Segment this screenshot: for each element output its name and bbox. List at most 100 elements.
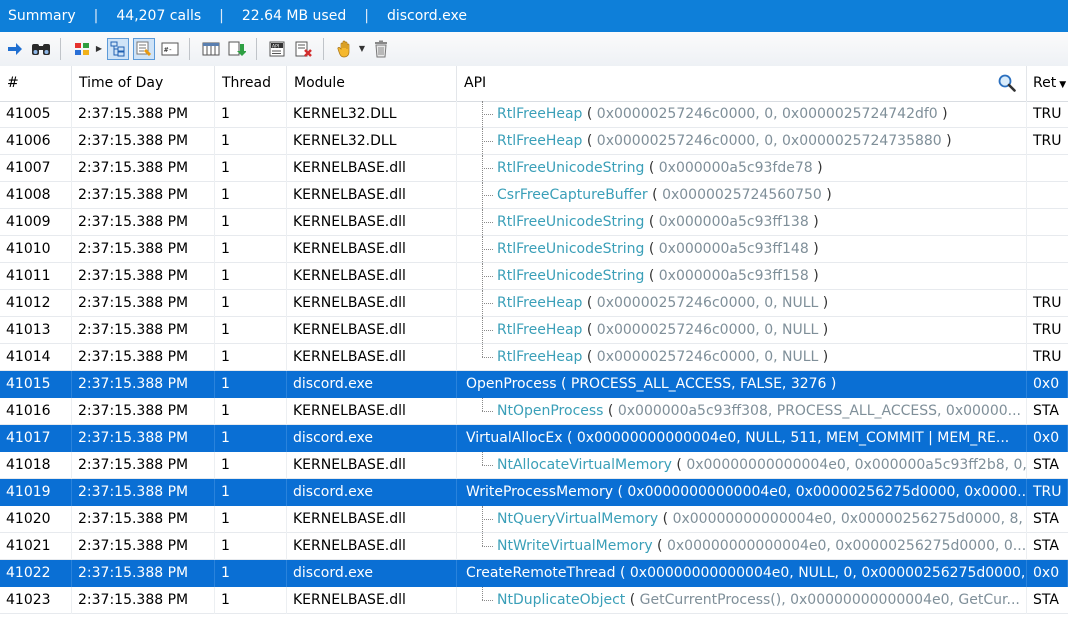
row-number: 41012	[0, 290, 72, 317]
table-row[interactable]: 41005 2:37:15.388 PM 1 KERNEL32.DLL RtlFreeH…	[0, 101, 1068, 128]
column-header-num[interactable]: #	[0, 66, 72, 101]
table-row[interactable]: 41010 2:37:15.388 PM 1 KERNELBASE.dll RtlFre…	[0, 236, 1068, 263]
table-row[interactable]: 41013 2:37:15.388 PM 1 KERNELBASE.dll RtlFre…	[0, 317, 1068, 344]
row-time: 2:37:15.388 PM	[72, 236, 215, 263]
row-time: 2:37:15.388 PM	[72, 533, 215, 560]
table-row[interactable]: 41007 2:37:15.388 PM 1 KERNELBASE.dll RtlFre…	[0, 155, 1068, 182]
row-return-value: 0x0	[1027, 560, 1068, 587]
row-module: KERNELBASE.dll	[287, 587, 457, 614]
table-row[interactable]: 41023 2:37:15.388 PM 1 KERNELBASE.dll NtDupl…	[0, 587, 1068, 614]
row-time: 2:37:15.388 PM	[72, 290, 215, 317]
tree-connector	[479, 506, 493, 532]
table-row[interactable]: 41017 2:37:15.388 PM 1 discord.exe VirtualAl…	[0, 425, 1068, 452]
row-return-value: TRU	[1033, 295, 1062, 311]
trash-icon[interactable]	[370, 38, 392, 60]
export-icon[interactable]	[226, 38, 248, 60]
api-function-name[interactable]: NtOpenProcess	[497, 403, 603, 419]
column-header: # Time of Day Thread Module API Ret ▼	[0, 66, 1068, 102]
column-header-thread[interactable]: Thread	[215, 66, 287, 101]
color-grid-icon[interactable]: ▶	[71, 38, 102, 60]
search-icon[interactable]	[998, 74, 1016, 92]
row-number: 41018	[0, 452, 72, 479]
row-module: KERNELBASE.dll	[287, 506, 457, 533]
table-row[interactable]: 41019 2:37:15.388 PM 1 discord.exe WriteProc…	[0, 479, 1068, 506]
api-arguments: 0x000000a5c93ff138	[658, 214, 809, 230]
summary-process: discord.exe	[386, 8, 467, 24]
table-row[interactable]: 41006 2:37:15.388 PM 1 KERNEL32.DLL RtlFreeH…	[0, 128, 1068, 155]
api-function-name[interactable]: RtlFreeUnicodeString	[497, 160, 644, 176]
tree-view-icon[interactable]	[107, 38, 129, 60]
row-number: 41017	[0, 425, 72, 452]
api-function-name[interactable]: RtlFreeHeap	[497, 295, 582, 311]
table-row[interactable]: 41022 2:37:15.388 PM 1 discord.exe CreateRem…	[0, 560, 1068, 587]
table-row[interactable]: 41016 2:37:15.388 PM 1 KERNELBASE.dll NtOpen…	[0, 398, 1068, 425]
row-return-value: STA	[1033, 511, 1059, 527]
row-api: CsrFreeCaptureBuffer ( 0x000002572456075…	[457, 182, 1027, 209]
api-function-name[interactable]: RtlFreeUnicodeString	[497, 214, 644, 230]
hand-icon[interactable]: ▼	[334, 38, 365, 60]
table-row[interactable]: 41020 2:37:15.388 PM 1 KERNELBASE.dll NtQuer…	[0, 506, 1068, 533]
table-row[interactable]: 41008 2:37:15.388 PM 1 KERNELBASE.dll CsrFre…	[0, 182, 1068, 209]
api-function-name[interactable]: RtlFreeHeap	[497, 349, 582, 365]
columns-icon[interactable]	[200, 38, 222, 60]
table-row[interactable]: 41012 2:37:15.388 PM 1 KERNELBASE.dll RtlFre…	[0, 290, 1068, 317]
row-return-value: STA	[1033, 592, 1059, 608]
row-number: 41020	[0, 506, 72, 533]
row-number: 41007	[0, 155, 72, 182]
api-function-name[interactable]: OpenProcess	[466, 376, 557, 392]
tree-connector	[479, 290, 493, 316]
highlight-icon[interactable]	[133, 38, 155, 60]
row-number: 41006	[0, 128, 72, 155]
row-api: VirtualAllocEx ( 0x00000000000004e0, NUL…	[457, 425, 1027, 452]
row-time: 2:37:15.388 PM	[72, 317, 215, 344]
api-function-name[interactable]: VirtualAllocEx	[466, 430, 563, 446]
hand-dropdown-arrow-icon[interactable]: ▼	[359, 44, 365, 53]
row-module: KERNELBASE.dll	[287, 263, 457, 290]
row-time: 2:37:15.388 PM	[72, 209, 215, 236]
table-row[interactable]: 41011 2:37:15.388 PM 1 KERNELBASE.dll RtlFre…	[0, 263, 1068, 290]
row-api: OpenProcess ( PROCESS_ALL_ACCESS, FALSE,…	[457, 371, 1027, 398]
api-function-name[interactable]: WriteProcessMemory	[466, 484, 613, 500]
row-number: 41009	[0, 209, 72, 236]
api-function-name[interactable]: CreateRemoteThread	[466, 565, 616, 581]
table-row[interactable]: 41021 2:37:15.388 PM 1 KERNELBASE.dll NtWrit…	[0, 533, 1068, 560]
tree-connector	[479, 209, 493, 235]
column-header-ret[interactable]: Ret ▼	[1027, 66, 1068, 101]
row-module: discord.exe	[287, 371, 457, 398]
api-function-name[interactable]: RtlFreeHeap	[497, 133, 582, 149]
table-row[interactable]: 41015 2:37:15.388 PM 1 discord.exe OpenProce…	[0, 371, 1068, 398]
row-api: NtQueryVirtualMemory ( 0x00000000000004e…	[457, 506, 1027, 533]
remove-filter-icon[interactable]	[293, 38, 315, 60]
row-api: RtlFreeHeap ( 0x00000257246c0000, 0, 0x0…	[457, 128, 1027, 155]
table-row[interactable]: 41018 2:37:15.388 PM 1 KERNELBASE.dll NtAllo…	[0, 452, 1068, 479]
row-thread: 1	[215, 479, 287, 506]
row-number: 41021	[0, 533, 72, 560]
next-arrow-icon[interactable]	[4, 38, 26, 60]
hex-icon[interactable]: #-	[159, 38, 181, 60]
tree-connector	[479, 263, 493, 289]
column-header-time[interactable]: Time of Day	[72, 66, 215, 101]
row-number: 41005	[0, 101, 72, 128]
api-function-name[interactable]: RtlFreeUnicodeString	[497, 268, 644, 284]
api-function-name[interactable]: NtQueryVirtualMemory	[497, 511, 658, 527]
column-header-api[interactable]: API	[457, 66, 1027, 101]
column-header-module[interactable]: Module	[287, 66, 457, 101]
api-function-name[interactable]: RtlFreeHeap	[497, 106, 582, 122]
api-function-name[interactable]: NtWriteVirtualMemory	[497, 538, 653, 554]
api-function-name[interactable]: NtDuplicateObject	[497, 592, 625, 608]
api-arguments: 0x00000000000004e0, 0x00000256275d0000, …	[666, 538, 1027, 554]
api-filter-icon[interactable]: API	[267, 38, 289, 60]
table-row[interactable]: 41009 2:37:15.388 PM 1 KERNELBASE.dll RtlFre…	[0, 209, 1068, 236]
api-function-name[interactable]: RtlFreeHeap	[497, 322, 582, 338]
row-api: RtlFreeUnicodeString ( 0x000000a5c93fde7…	[457, 155, 1027, 182]
find-icon[interactable]	[30, 38, 52, 60]
row-number: 41013	[0, 317, 72, 344]
api-function-name[interactable]: NtAllocateVirtualMemory	[497, 457, 672, 473]
row-return-value: TRU	[1033, 349, 1062, 365]
dropdown-arrow-icon[interactable]: ▶	[96, 44, 102, 53]
table-row[interactable]: 41014 2:37:15.388 PM 1 KERNELBASE.dll RtlFre…	[0, 344, 1068, 371]
row-number: 41014	[0, 344, 72, 371]
row-time: 2:37:15.388 PM	[72, 425, 215, 452]
api-function-name[interactable]: RtlFreeUnicodeString	[497, 241, 644, 257]
api-function-name[interactable]: CsrFreeCaptureBuffer	[497, 187, 648, 203]
